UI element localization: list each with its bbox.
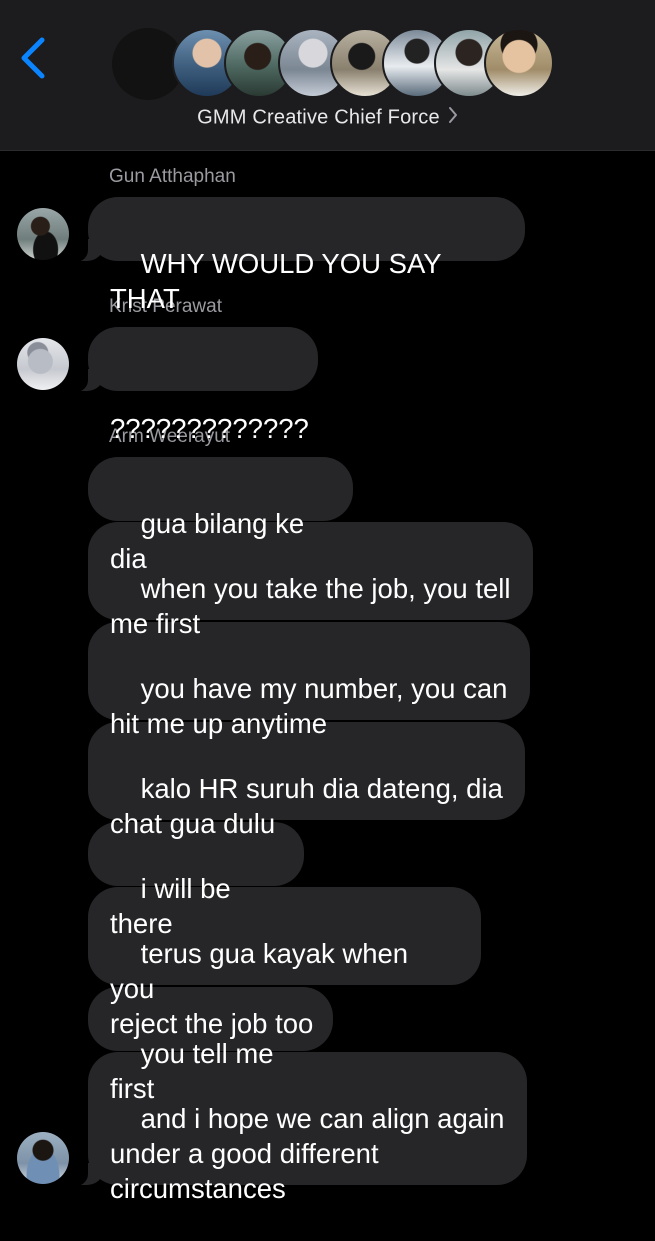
back-button[interactable] xyxy=(14,32,54,84)
sender-avatar[interactable] xyxy=(17,1132,69,1184)
message-text: WHY WOULD YOU SAY THAT xyxy=(110,248,449,314)
chevron-left-icon xyxy=(21,37,45,79)
message-bubble[interactable]: and i hope we can align again under a go… xyxy=(74,1052,527,1204)
message-bubble[interactable]: WHY WOULD YOU SAY THAT xyxy=(74,197,525,314)
chat-title: GMM Creative Chief Force xyxy=(197,106,440,129)
sender-name: Gun Atthaphan xyxy=(109,166,236,187)
sender-avatar[interactable] xyxy=(17,208,69,260)
message-bubble[interactable]: gua bilang ke dia xyxy=(88,457,353,574)
sender-avatar[interactable] xyxy=(17,338,69,390)
message-text: and i hope we can align again under a go… xyxy=(110,1103,505,1204)
chat-title-button[interactable]: GMM Creative Chief Force xyxy=(0,106,655,130)
chat-header: GMM Creative Chief Force xyxy=(0,0,655,151)
participant-avatar xyxy=(484,28,554,98)
message-text: kalo HR suruh dia dateng, dia chat gua d… xyxy=(110,773,503,839)
message-text: ????????????? xyxy=(110,413,309,444)
message-bubble[interactable]: ????????????? xyxy=(74,327,318,444)
chevron-right-icon xyxy=(448,106,458,130)
group-avatar-stack[interactable] xyxy=(112,28,554,100)
